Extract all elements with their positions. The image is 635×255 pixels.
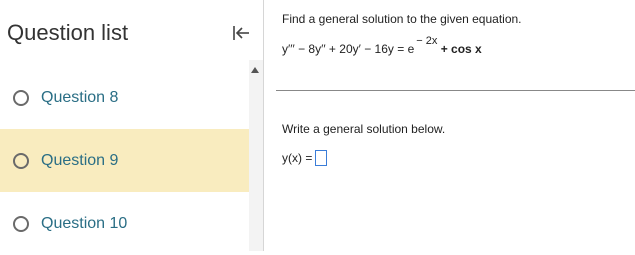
equation-exponent: − 2x [416, 35, 438, 47]
radio-icon [13, 89, 29, 106]
question-item-8[interactable]: Question 8 [0, 66, 249, 129]
question-prompt: Find a general solution to the given equ… [282, 12, 522, 26]
question-item-10[interactable]: Question 10 [0, 192, 249, 255]
question-item-9[interactable]: Question 9 [0, 129, 249, 192]
question-list-title: Question list [7, 20, 129, 45]
scroll-up-icon[interactable] [251, 67, 259, 73]
question-item-label: Question 8 [41, 88, 119, 106]
radio-icon [13, 152, 29, 169]
differential-equation: y′′′ − 8y′′ + 20y′ − 16y = e− 2x + cos x [282, 35, 482, 56]
answer-row: y(x) = [282, 150, 328, 166]
question-item-label: Question 9 [41, 151, 119, 169]
question-content: Find a general solution to the given equ… [264, 0, 635, 251]
answer-input[interactable] [315, 150, 328, 166]
equation-main: y′′′ − 8y′′ + 20y′ − 16y = e [282, 42, 415, 56]
equation-tail: + cos x [440, 42, 482, 56]
answer-instruction: Write a general solution below. [282, 122, 446, 136]
question-list-panel: Question list Question 8 Question 9 Ques… [0, 0, 264, 251]
collapse-panel-button[interactable] [228, 20, 254, 46]
radio-icon [13, 215, 29, 232]
scrollbar[interactable] [249, 60, 263, 251]
collapse-left-icon [233, 26, 249, 40]
question-item-label: Question 10 [41, 214, 128, 232]
answer-label: y(x) = [282, 151, 313, 165]
divider [276, 90, 635, 91]
